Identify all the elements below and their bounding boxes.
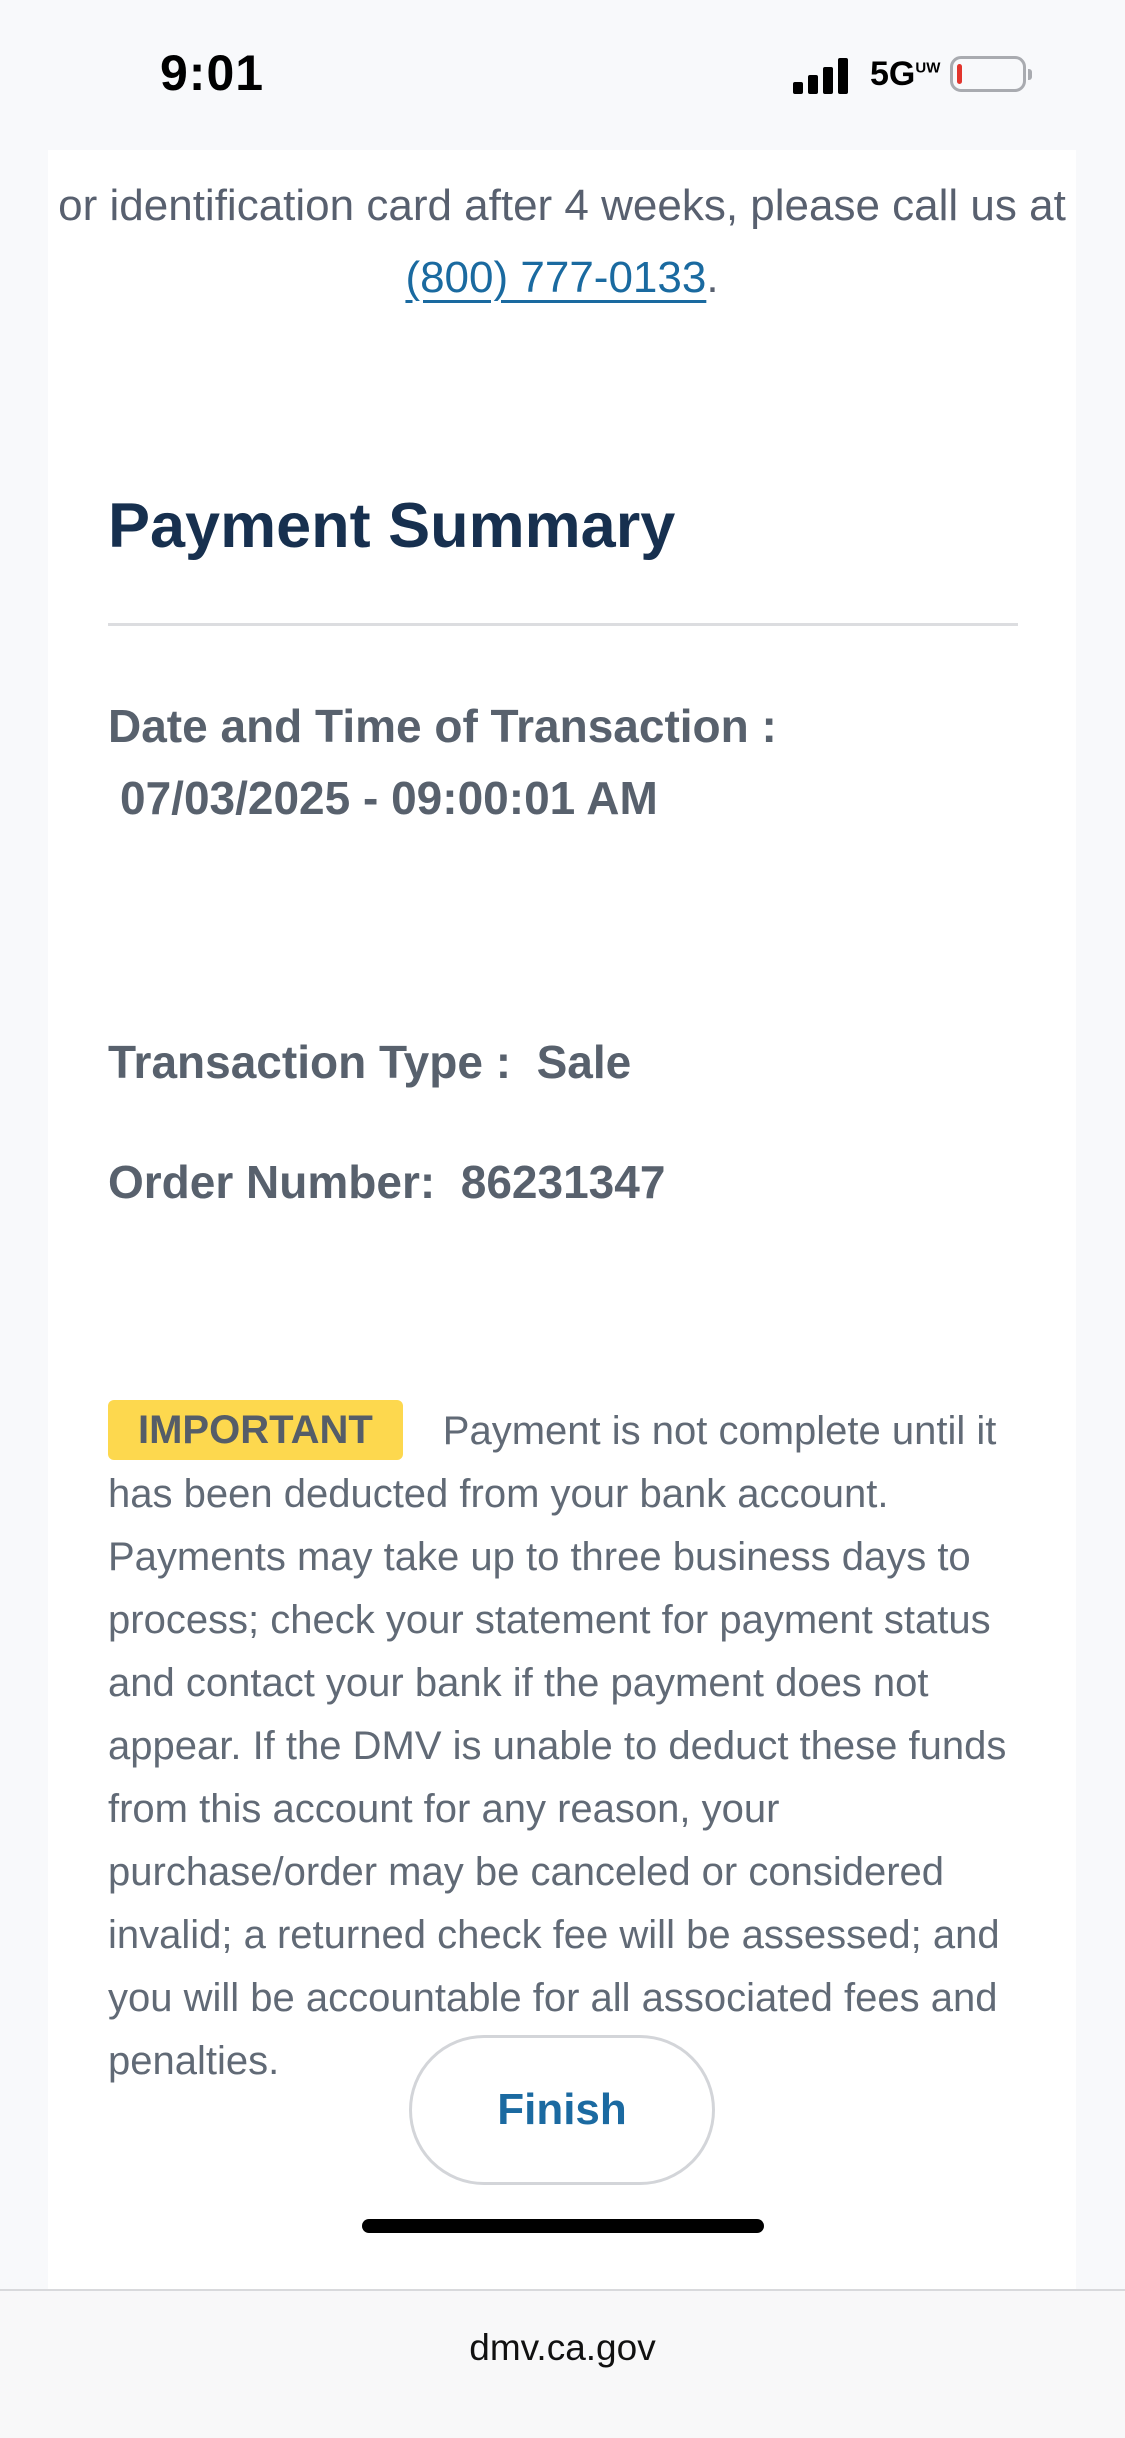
transaction-datetime-value: 07/03/2025 - 09:00:01 AM <box>120 772 658 824</box>
browser-url-bar[interactable]: dmv.ca.gov <box>0 2289 1125 2438</box>
signal-icon <box>793 58 851 94</box>
network-sup: UW <box>915 59 941 77</box>
intro-text-after: . <box>706 253 719 302</box>
transaction-datetime: Date and Time of Transaction : 07/03/202… <box>108 690 777 834</box>
battery-fill <box>957 64 962 84</box>
important-badge: IMPORTANT <box>108 1400 403 1460</box>
order-number-value: 86231347 <box>460 1156 666 1208</box>
divider <box>108 623 1018 626</box>
intro-text: or identification card after 4 weeks, pl… <box>48 170 1076 314</box>
important-notice: IMPORTANT Payment is not complete until i… <box>108 1400 1028 2093</box>
transaction-type-value: Sale <box>536 1036 632 1088</box>
intro-text-before: or identification card after 4 weeks, pl… <box>58 181 1066 230</box>
important-notice-text: Payment is not complete until it has bee… <box>108 1409 1007 2083</box>
home-indicator[interactable] <box>362 2219 764 2233</box>
url-text: dmv.ca.gov <box>469 2327 656 2368</box>
battery-icon <box>950 56 1032 92</box>
phone-link[interactable]: (800) 777-0133 <box>405 253 706 302</box>
network-type: 5G <box>870 55 916 93</box>
payment-summary-title: Payment Summary <box>108 491 676 561</box>
transaction-datetime-label: Date and Time of Transaction : <box>108 700 777 752</box>
status-bar: 9:01 5GUW <box>0 0 1125 150</box>
order-number: Order Number: 86231347 <box>108 1146 665 1218</box>
transaction-type: Transaction Type : Sale <box>108 1026 631 1098</box>
status-time: 9:01 <box>160 45 265 101</box>
order-number-label: Order Number: <box>108 1156 436 1208</box>
finish-button[interactable]: Finish <box>409 2035 715 2185</box>
transaction-type-label: Transaction Type : <box>108 1036 512 1088</box>
content-card: or identification card after 4 weeks, pl… <box>48 150 1076 2290</box>
network-indicator: 5GUW <box>870 55 940 94</box>
